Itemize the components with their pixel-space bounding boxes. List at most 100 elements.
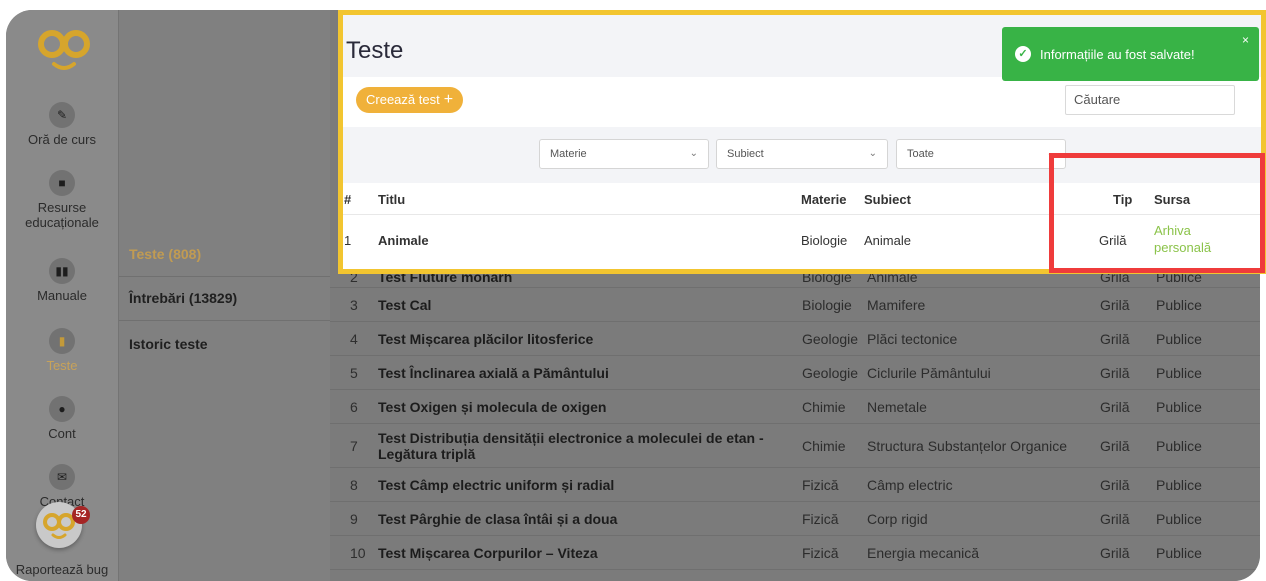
row-subiect: Ciclurile Pământului bbox=[867, 364, 991, 381]
page-title: Teste bbox=[346, 37, 404, 64]
row-tip: Grilă bbox=[1100, 330, 1130, 347]
table-row[interactable]: 9 Test Pârghie de clasa întâi și a doua … bbox=[330, 502, 1260, 536]
row-sursa: Publice bbox=[1156, 330, 1202, 347]
col-materie[interactable]: Materie bbox=[801, 192, 847, 207]
row-number: 9 bbox=[350, 510, 358, 527]
table-row[interactable]: 5 Test Înclinarea axială a Pământului Ge… bbox=[330, 356, 1260, 390]
main-nav: ✎ Oră de curs ■ Resurse educaționale ▮▮ … bbox=[6, 10, 118, 581]
row-title[interactable]: Test Oxigen și molecula de oxigen bbox=[378, 390, 790, 423]
row-number: 7 bbox=[350, 437, 358, 454]
document-icon: ▮ bbox=[49, 328, 75, 354]
row-title[interactable]: Test Roata Segner bbox=[378, 570, 790, 581]
nav-label: Resurse educaționale bbox=[25, 200, 99, 230]
row-subiect: Lichide bbox=[867, 570, 911, 581]
row-tip: Grilă bbox=[1100, 510, 1130, 527]
box-icon: ■ bbox=[49, 170, 75, 196]
toast-message: Informațiile au fost salvate! bbox=[1040, 47, 1195, 62]
row-title[interactable]: Test Cal bbox=[378, 288, 790, 321]
row-title[interactable]: Test Mișcarea plăcilor litosferice bbox=[378, 322, 790, 355]
table-row[interactable]: 11 Test Roata Segner Fizică Lichide Gril… bbox=[330, 570, 1260, 581]
row-number: 4 bbox=[350, 330, 358, 347]
row-title[interactable]: Test Câmp electric uniform și radial bbox=[378, 468, 790, 501]
table-row[interactable]: 6 Test Oxigen și molecula de oxigen Chim… bbox=[330, 390, 1260, 424]
row-tip: Grilă bbox=[1100, 476, 1130, 493]
lesson-icon: ✎ bbox=[49, 102, 75, 128]
subiect-select[interactable]: Subiect ⌄ bbox=[716, 139, 888, 169]
row-materie: Chimie bbox=[802, 398, 846, 415]
row-materie: Biologie bbox=[802, 296, 852, 313]
nav-item-resurse[interactable]: ■ Resurse educaționale bbox=[6, 170, 118, 230]
row-materie: Fizică bbox=[802, 544, 839, 561]
col-subiect[interactable]: Subiect bbox=[864, 192, 911, 207]
row-title[interactable]: Test Mișcarea Corpurilor – Viteza bbox=[378, 536, 790, 569]
subiect-select-value: Subiect bbox=[727, 148, 764, 160]
row-materie: Fizică bbox=[802, 510, 839, 527]
sub-menu: Teste (808) Întrebări (13829) Istoric te… bbox=[118, 10, 331, 581]
row-number: 5 bbox=[350, 364, 358, 381]
row-tip: Grilă bbox=[1100, 437, 1130, 454]
nav-item-teste[interactable]: ▮ Teste bbox=[6, 328, 118, 373]
row-subiect: Câmp electric bbox=[867, 476, 953, 493]
row-title[interactable]: Test Distribuția densității electronice … bbox=[378, 424, 790, 467]
table-row[interactable]: 3 Test Cal Biologie Mamifere Grilă Publi… bbox=[330, 288, 1260, 322]
row-number: 11 bbox=[350, 570, 365, 581]
success-toast: ✓ Informațiile au fost salvate! × bbox=[1002, 27, 1259, 81]
row-materie: Fizică bbox=[802, 476, 839, 493]
nav-item-manuale[interactable]: ▮▮ Manuale bbox=[6, 258, 118, 303]
row-subiect: Corp rigid bbox=[867, 510, 928, 527]
row-subiect: Animale bbox=[864, 233, 911, 248]
nav-label: Teste bbox=[46, 358, 78, 373]
create-test-button[interactable]: Creează test + bbox=[356, 87, 464, 113]
col-title[interactable]: Titlu bbox=[378, 192, 405, 207]
row-materie: Fizică bbox=[802, 570, 839, 581]
row-sursa: Publice bbox=[1156, 510, 1202, 527]
row-title[interactable]: Test Înclinarea axială a Pământului bbox=[378, 356, 790, 389]
row-subiect: Mamifere bbox=[867, 296, 926, 313]
row-number: 10 bbox=[350, 544, 366, 561]
row-sursa: Publice bbox=[1156, 544, 1202, 561]
envelope-icon: ✉ bbox=[49, 464, 75, 490]
row-subiect: Nemetale bbox=[867, 398, 927, 415]
submenu-teste[interactable]: Teste (808) bbox=[119, 246, 331, 262]
row-subiect: Energia mecanică bbox=[867, 544, 980, 561]
report-bug-label[interactable]: Raportează bug bbox=[6, 562, 118, 577]
materie-select-value: Materie bbox=[550, 148, 587, 160]
logo-icon bbox=[38, 30, 90, 70]
row-number: 3 bbox=[350, 296, 358, 313]
check-circle-icon: ✓ bbox=[1015, 46, 1031, 62]
table-row[interactable]: 10 Test Mișcarea Corpurilor – Viteza Fiz… bbox=[330, 536, 1260, 570]
type-select[interactable]: Toate ⌄ bbox=[896, 139, 1066, 169]
close-icon[interactable]: × bbox=[1242, 33, 1249, 47]
row-tip: Grilă bbox=[1100, 570, 1130, 581]
submenu-istoric[interactable]: Istoric teste bbox=[119, 336, 331, 352]
row-title[interactable]: Animale bbox=[378, 233, 429, 248]
row-number: 1 bbox=[344, 233, 352, 248]
row-tip: Grilă bbox=[1100, 544, 1130, 561]
notification-badge: 52 bbox=[72, 506, 90, 524]
row-tip: Grilă bbox=[1100, 364, 1130, 381]
divider bbox=[119, 320, 331, 321]
plus-icon: + bbox=[443, 91, 454, 108]
nav-label: Manuale bbox=[37, 288, 87, 303]
submenu-intrebari[interactable]: Întrebări (13829) bbox=[119, 290, 331, 306]
type-select-value: Toate bbox=[907, 148, 934, 160]
nav-label: Oră de curs bbox=[28, 132, 96, 147]
search-input[interactable]: Căutare bbox=[1065, 85, 1235, 115]
row-number: 6 bbox=[350, 398, 358, 415]
row-sursa: Publice bbox=[1156, 364, 1202, 381]
nav-label: Cont bbox=[48, 426, 76, 441]
row-title[interactable]: Test Pârghie de clasa întâi și a doua bbox=[378, 502, 790, 535]
table-row[interactable]: 7 Test Distribuția densității electronic… bbox=[330, 424, 1260, 468]
row-materie: Chimie bbox=[802, 437, 846, 454]
row-sursa: Publice bbox=[1156, 476, 1202, 493]
nav-item-ora-de-curs[interactable]: ✎ Oră de curs bbox=[6, 102, 118, 147]
row-sursa: Publice bbox=[1156, 296, 1202, 313]
col-num: # bbox=[344, 192, 352, 207]
table-row[interactable]: 8 Test Câmp electric uniform și radial F… bbox=[330, 468, 1260, 502]
table-row[interactable]: 4 Test Mișcarea plăcilor litosferice Geo… bbox=[330, 322, 1260, 356]
nav-item-cont[interactable]: ● Cont bbox=[6, 396, 118, 441]
chevron-down-icon: ⌄ bbox=[868, 148, 877, 159]
materie-select[interactable]: Materie ⌄ bbox=[539, 139, 709, 169]
row-materie: Geologie bbox=[802, 330, 859, 347]
chevron-down-icon: ⌄ bbox=[689, 148, 698, 159]
